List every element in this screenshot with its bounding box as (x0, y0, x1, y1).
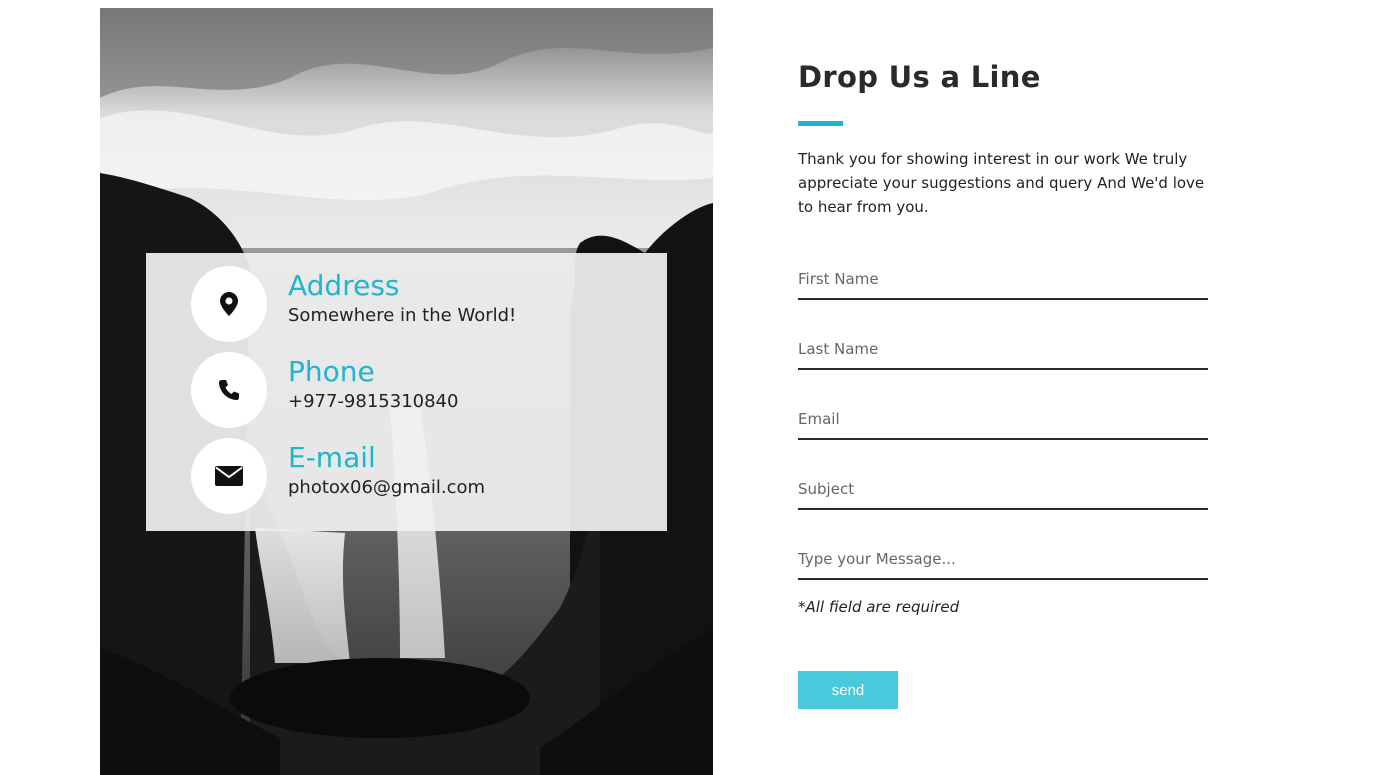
phone-info: Phone +977-9815310840 (191, 352, 651, 430)
form-intro: Thank you for showing interest in our wo… (798, 150, 1205, 216)
email-input[interactable] (798, 400, 1208, 440)
phone-value: +977-9815310840 (288, 391, 459, 412)
phone-icon (191, 352, 267, 428)
heading-underline (798, 121, 843, 126)
first-name-input[interactable] (798, 260, 1208, 300)
email-title: E-mail (288, 441, 376, 474)
contact-info-card: Address Somewhere in the World! Phone +9… (146, 253, 667, 531)
envelope-icon (191, 438, 267, 514)
message-input[interactable] (798, 540, 1208, 580)
form-heading: Drop Us a Line (798, 60, 1041, 94)
address-title: Address (288, 269, 400, 302)
email-value: photox06@gmail.com (288, 477, 486, 498)
last-name-input[interactable] (798, 330, 1208, 370)
required-note: *All field are required (798, 598, 960, 616)
phone-title: Phone (288, 355, 375, 388)
address-info: Address Somewhere in the World! (191, 266, 651, 344)
email-info: E-mail photox06@gmail.com (191, 438, 651, 516)
map-pin-icon (191, 266, 267, 342)
subject-input[interactable] (798, 470, 1208, 510)
address-value: Somewhere in the World! (288, 305, 517, 326)
send-button[interactable]: send (798, 671, 898, 709)
